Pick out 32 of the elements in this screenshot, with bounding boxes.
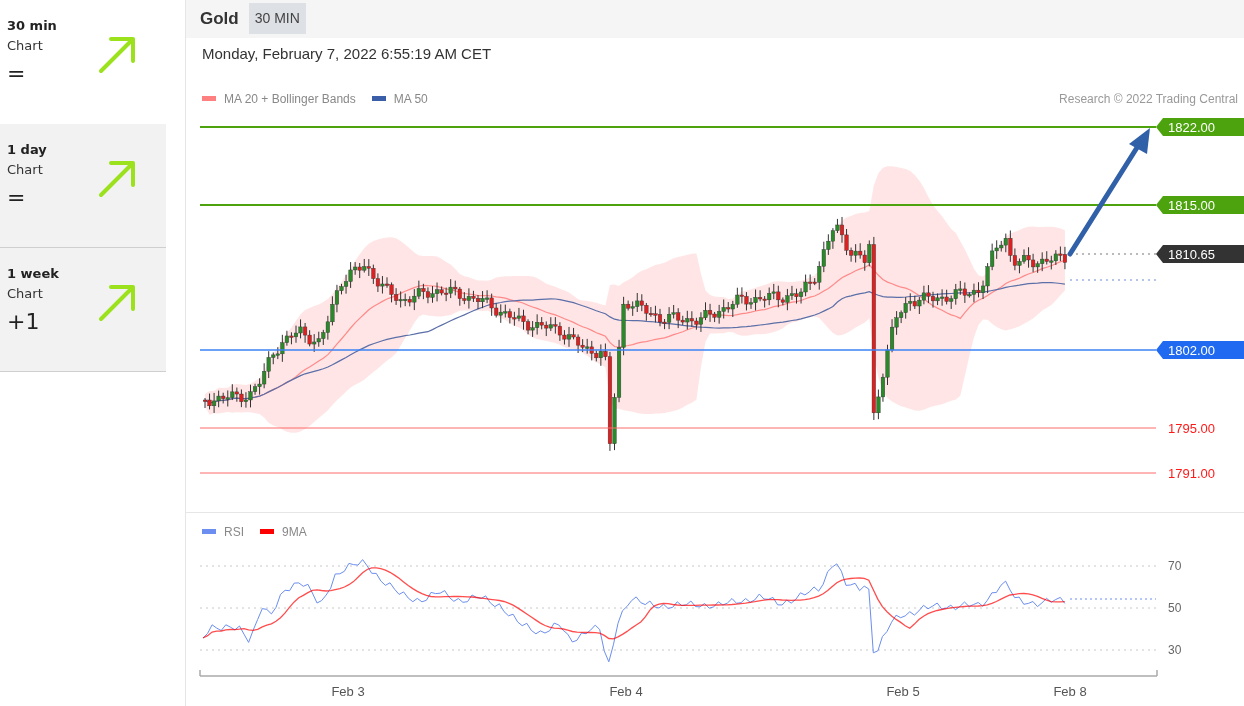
timestamp: Monday, February 7, 2022 6:55:19 AM CET — [202, 43, 492, 64]
axis-label: 70 — [1168, 559, 1182, 573]
timeframe-label: Chart — [7, 284, 44, 303]
timeframe-card[interactable]: 1 week Chart +1 — [0, 248, 167, 372]
axis-label: Feb 8 — [1053, 684, 1087, 699]
axis-label: Feb 3 — [331, 684, 365, 699]
timeframe-tag: 30 MIN — [248, 3, 306, 35]
axis-label: Feb 5 — [886, 684, 920, 699]
credit-text: Research © 2022 Trading Central — [1059, 90, 1238, 108]
timeframe-label: Chart — [7, 36, 44, 55]
legend-label: 9MA — [282, 523, 307, 541]
timeframe-period: 1 day — [7, 141, 47, 159]
timeframe-card[interactable]: 1 day Chart = — [0, 124, 167, 248]
score-value: = — [7, 60, 27, 88]
axis-label: Feb 4 — [609, 684, 643, 699]
price-tag: 1810.65 — [1156, 244, 1244, 263]
score-value: = — [7, 184, 27, 212]
axis-label: 30 — [1168, 643, 1182, 657]
legend-label: MA 20 + Bollinger Bands — [224, 90, 356, 108]
score-value: +1 — [7, 308, 41, 336]
legend-label: MA 50 — [393, 90, 428, 108]
price-label: 1795.00 — [1168, 420, 1215, 436]
price-tag: 1815.00 — [1156, 195, 1244, 214]
timeframe-period: 1 week — [7, 265, 59, 283]
timeframe-label: Chart — [7, 160, 44, 179]
axis-label: 50 — [1168, 601, 1182, 615]
timeframe-period: 30 min — [7, 17, 57, 35]
price-label: 1791.00 — [1168, 465, 1215, 481]
instrument-title: Gold — [200, 8, 239, 31]
price-tag: 1802.00 — [1156, 340, 1244, 359]
price-tag: 1822.00 — [1156, 117, 1244, 136]
legend-label: RSI — [224, 523, 244, 541]
